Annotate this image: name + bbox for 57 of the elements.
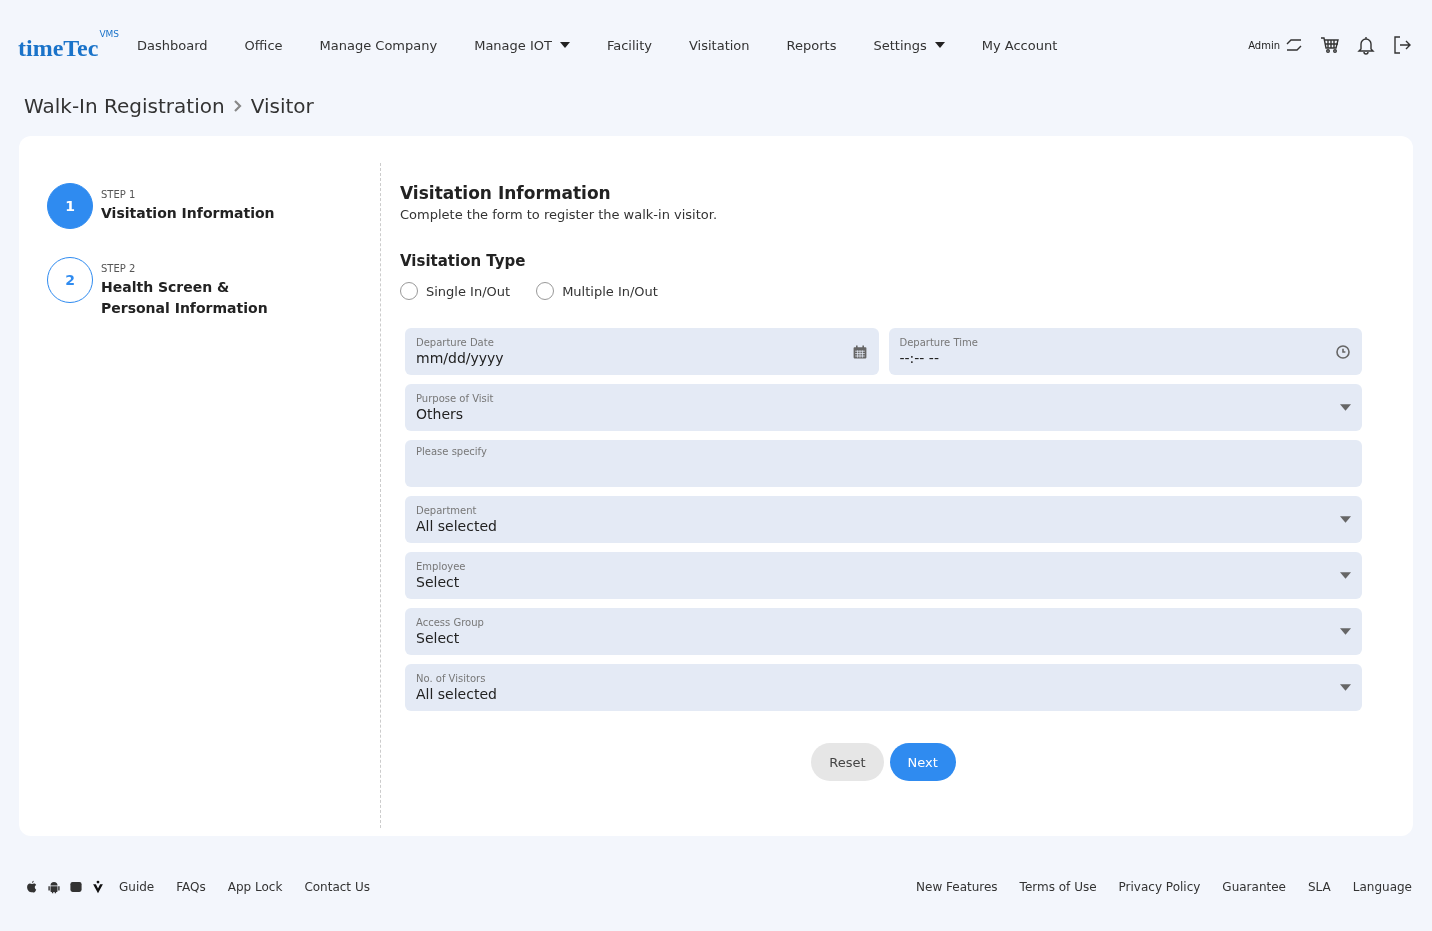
clock-icon [1335,343,1351,360]
nav-link[interactable]: Settings [873,37,945,53]
footer-link[interactable]: Terms of Use [1019,880,1097,894]
step-label: STEP 1 [101,189,137,200]
nav-link[interactable]: My Account [981,37,1058,53]
footer-link[interactable]: Language [1352,880,1412,894]
dropdown-field[interactable]: Department All selected [405,496,1362,543]
android-icon [47,880,61,894]
footer-link[interactable]: Contact Us [304,880,370,894]
caret-icon [1340,628,1351,635]
input-field[interactable]: Departure Date mm/dd/yyyy [405,328,879,375]
figure-icon [91,880,105,894]
footer-link[interactable]: SLA [1307,880,1331,894]
input-field[interactable]: Departure Time --:-- -- [888,328,1362,375]
input-field[interactable]: Please specify [405,440,1362,487]
step-title: Health Screen & Personal Information [101,278,269,318]
app-store-icon [69,880,83,894]
dropdown-field[interactable]: Purpose of Visit Others [405,384,1362,431]
footer-link[interactable]: Guarantee [1222,880,1286,894]
dropdown-field[interactable]: Employee Select [405,552,1362,599]
nav-link[interactable]: Dashboard [137,37,208,53]
reset-button[interactable]: Reset [811,743,884,781]
nav-link[interactable]: Manage IOT [474,37,570,53]
nav-link[interactable]: Facility [606,37,652,53]
nav-link[interactable]: Visitation [689,37,750,53]
caret-icon [559,42,570,48]
breadcrumb-link[interactable]: Walk-In Registration [24,94,225,118]
dropdown-field[interactable]: Access Group Select [405,608,1362,655]
nav-link[interactable]: Reports [786,37,837,53]
section-title: Visitation Information [400,183,612,203]
section-description: Complete the form to register the walk-in visitor. [400,207,719,222]
user-name: Admin [1248,39,1280,51]
caret-icon [1340,572,1351,579]
caret-icon [1340,516,1351,523]
footer-link[interactable]: New Features [916,880,998,894]
step-label: STEP 2 [101,263,137,274]
logout-icon[interactable] [1392,35,1412,55]
page-title: Visitor [250,94,314,118]
chevron-icon [232,100,243,112]
radio-label: Single In/Out [426,283,511,299]
cart-icon[interactable] [1320,35,1340,55]
section-heading: Visitation Type [400,252,527,270]
caret-icon [1340,684,1351,691]
calendar-icon [851,343,868,360]
nav-link[interactable]: Manage Company [319,37,438,53]
caret-icon [1340,404,1351,411]
footer-link[interactable]: Guide [119,880,155,894]
bell-icon[interactable] [1356,35,1376,55]
caret-icon [934,42,945,48]
step-title: Visitation Information [101,204,276,223]
footer-link[interactable]: FAQs [176,880,206,894]
footer-link[interactable]: App Lock [227,880,283,894]
dropdown-field[interactable]: No. of Visitors All selected [405,664,1362,711]
radio-label: Multiple In/Out [562,283,658,299]
apple-icon [25,880,39,894]
nav-link[interactable]: Office [244,37,283,53]
footer-link[interactable]: Privacy Policy [1118,880,1201,894]
